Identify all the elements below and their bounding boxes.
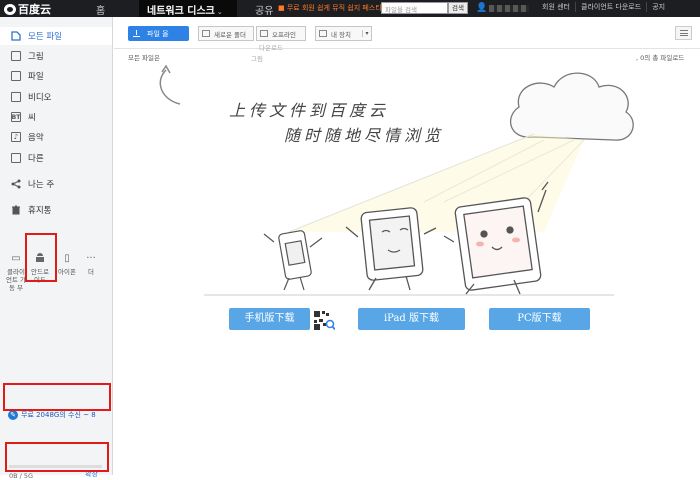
search-input[interactable]: 파일을 검색: [381, 2, 448, 14]
notice-link[interactable]: 공지: [646, 2, 670, 12]
search-button[interactable]: 검색: [448, 2, 468, 14]
download-ipad-button[interactable]: iPad 版下载: [358, 308, 465, 330]
upload-button[interactable]: 파일 올: [128, 26, 189, 41]
sidebar-item-music[interactable]: ♪ 음악: [0, 128, 112, 146]
pen-icon: ✎: [8, 410, 18, 420]
download-pc-button[interactable]: PC版下载: [489, 308, 590, 330]
my-device-label: 내 장치: [331, 30, 352, 39]
sidebar-item-other[interactable]: 다른: [0, 149, 112, 167]
upload-icon: [133, 30, 140, 37]
sidebar-item-label: 모든 파일: [28, 32, 62, 42]
device-label: 아이폰: [58, 268, 76, 276]
device-iphone[interactable]: ▯ 아이폰: [56, 253, 78, 276]
sidebar-item-label: 휴지통: [28, 206, 52, 216]
sidebar-item-label: 비디오: [28, 93, 52, 103]
sidebar-item-label: 파일: [28, 72, 44, 82]
nav-home[interactable]: 홈: [96, 2, 105, 17]
sidebar-item-my-shares[interactable]: 나는 주: [0, 175, 112, 193]
chevron-down-icon: ▾: [362, 30, 371, 37]
file-icon: [11, 31, 21, 41]
bt-icon: BT: [11, 112, 21, 122]
offline-label: 오프라인: [272, 30, 296, 39]
download-mobile-button[interactable]: 手机版下载: [229, 308, 310, 330]
member-center-link[interactable]: 회원 센터: [537, 2, 575, 12]
hero-line-1: 上传文件到百度云: [229, 101, 390, 120]
paw-icon: [4, 3, 16, 15]
sidebar-item-videos[interactable]: 비디오: [0, 88, 112, 106]
highlight-promo: [3, 383, 111, 411]
new-folder-label: 새로운 폴더: [214, 30, 246, 39]
file-count: , 0의 총 파일로드: [636, 54, 685, 62]
highlight-quota: [5, 442, 109, 472]
sidebar-item-torrents[interactable]: BT 씨: [0, 108, 112, 126]
monitor-icon: ▭: [11, 253, 21, 264]
blurred-username[interactable]: [489, 5, 529, 12]
client-download-link[interactable]: 클라이언트 다운로드: [575, 2, 646, 12]
other-icon: [11, 153, 21, 163]
baidu-cloud-logo[interactable]: 百度云: [4, 1, 51, 17]
offline-download-button[interactable]: 오프라인: [256, 26, 306, 41]
chevron-down-icon: ⌄: [216, 8, 223, 16]
more-icon: ···: [86, 253, 96, 264]
sidebar-item-documents[interactable]: 파일: [0, 67, 112, 85]
sidebar-item-label: 다른: [28, 154, 44, 164]
sidebar-item-label: 음악: [28, 133, 44, 143]
sidebar-item-images[interactable]: 그림: [0, 47, 112, 65]
nav-netdisk[interactable]: 네트워크 디스크 ⌄: [139, 0, 237, 17]
promo-text: 무료 2048G의 수신 ~ 8: [21, 411, 96, 419]
music-icon: ♪: [11, 132, 21, 142]
hero-line-2: 随时随地尽情浏览: [284, 126, 445, 145]
video-icon: [11, 92, 21, 102]
document-icon: [11, 71, 21, 81]
my-device-button[interactable]: 내 장치 ▾: [315, 26, 372, 41]
nav-netdisk-label: 네트워크 디스크: [147, 6, 215, 17]
top-links: 회원 센터 클라이언트 다운로드 공지: [537, 2, 670, 12]
sidebar-item-all-files[interactable]: 모든 파일: [0, 27, 112, 45]
device-more[interactable]: ··· 더: [80, 253, 102, 276]
sidebar-item-label: 나는 주: [28, 180, 55, 190]
sidebar-item-label: 그림: [28, 52, 44, 62]
sidebar-item-trash[interactable]: 휴지통: [0, 201, 112, 219]
share-icon: [11, 179, 21, 189]
device-client[interactable]: ▭ 클라이언트 가동 부: [5, 253, 27, 292]
device-label: 클라이언트 가동 부: [5, 268, 26, 292]
image-icon: [11, 51, 21, 61]
phone-icon: ▯: [64, 253, 70, 264]
trash-icon: [11, 205, 21, 215]
breadcrumb: 모든 파일은: [128, 54, 160, 62]
view-menu-button[interactable]: [675, 26, 692, 40]
offline-sub-label: 다운로드: [259, 44, 283, 52]
sidebar-item-label: 씨: [28, 113, 36, 123]
folder-icon: [202, 30, 210, 37]
highlight-android: [25, 233, 57, 282]
download-icon: [260, 30, 268, 37]
qr-code-icon[interactable]: [314, 311, 335, 330]
user-icon[interactable]: 👤: [476, 3, 488, 13]
toolbar: 파일 올 새로운 폴더 오프라인 다운로드 내 장치 ▾ 그림: [114, 17, 700, 63]
upload-label: 파일 올: [147, 29, 169, 38]
device-icon: [319, 30, 327, 37]
new-folder-button[interactable]: 새로운 폴더: [198, 26, 254, 41]
device-label: 더: [88, 268, 94, 276]
logo-text: 百度云: [18, 3, 51, 16]
nav-share[interactable]: 공유: [255, 2, 273, 17]
menu-icon: [679, 30, 688, 31]
top-nav-bar: 百度云 홈 네트워크 디스크 ⌄ 공유 ■ 무료 회원 쉽게 뮤직 쉽지 페스티벌…: [0, 0, 700, 17]
